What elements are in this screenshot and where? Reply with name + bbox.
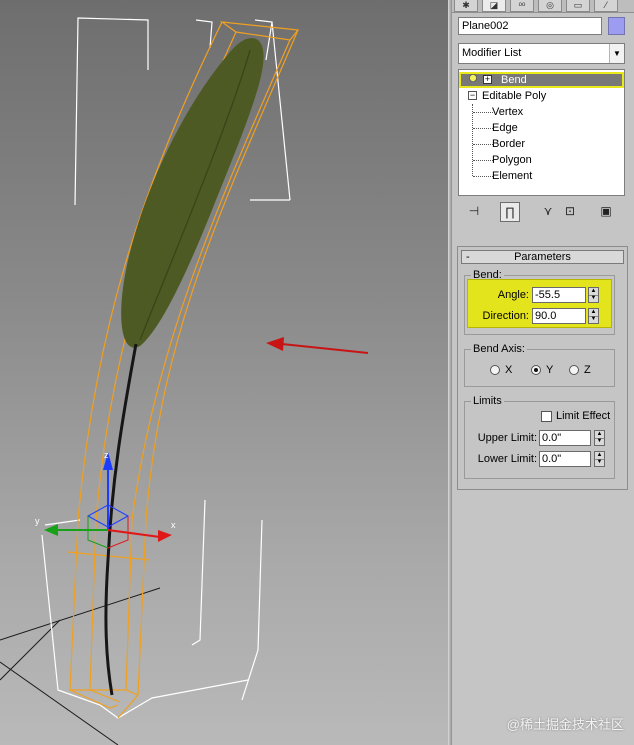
spinner-down-icon[interactable]: ▼ <box>589 316 598 323</box>
upper-limit-spinner[interactable]: ▲ ▼ <box>594 430 605 446</box>
stack-item-editable-poly[interactable]: − Editable Poly <box>459 88 624 104</box>
spinner-down-icon[interactable]: ▼ <box>595 459 604 466</box>
upper-limit-label: Upper Limit: <box>477 432 537 444</box>
display-tab-icon[interactable]: ▭ <box>566 0 590 12</box>
stack-subobject-border[interactable]: Border <box>459 136 624 152</box>
tree-line <box>473 144 493 146</box>
transform-gizmo <box>44 452 172 549</box>
remove-modifier-icon[interactable]: ⊡ <box>560 202 580 222</box>
limit-effect-label: Limit Effect <box>556 410 611 422</box>
stack-subobject-label: Element <box>492 170 533 182</box>
make-unique-icon[interactable]: ⋎ <box>538 202 558 222</box>
viewport-scene: z x y <box>0 17 369 745</box>
limit-effect-checkbox[interactable] <box>541 411 552 422</box>
hierarchy-tab-icon[interactable]: ᵒᵒ <box>510 0 534 12</box>
modify-tab-icon[interactable]: ◪ <box>482 0 506 12</box>
collapse-minus-icon[interactable]: − <box>468 91 477 100</box>
axis-y-radio[interactable] <box>531 365 541 375</box>
create-tab-icon[interactable]: ✱ <box>454 0 478 12</box>
stack-subobject-label: Polygon <box>492 154 532 166</box>
chevron-down-icon[interactable]: ▼ <box>609 44 624 63</box>
stack-item-label: Editable Poly <box>482 90 547 102</box>
stack-subobject-vertex[interactable]: Vertex <box>459 104 624 120</box>
ground-grid <box>0 587 161 745</box>
axis-y-label: Y <box>546 364 554 376</box>
modifier-stack[interactable]: + Bend − Editable Poly Vertex Edge Borde… <box>458 69 625 196</box>
direction-label: Direction: <box>482 310 529 322</box>
axis-z-label: Z <box>584 364 591 376</box>
gizmo-z-label: z <box>104 450 109 460</box>
command-panel: ✱ ◪ ᵒᵒ ◎ ▭ ⁄ Modifier List ▼ + Bend − Ed… <box>452 0 634 745</box>
angle-label: Angle: <box>497 289 529 301</box>
spinner-down-icon[interactable]: ▼ <box>589 295 598 302</box>
annotation-arrow <box>266 337 369 354</box>
bounding-box <box>41 17 291 719</box>
stack-subobject-element[interactable]: Element <box>459 168 624 184</box>
axis-z-radio[interactable] <box>569 365 579 375</box>
modifier-list-label: Modifier List <box>462 47 522 59</box>
parameters-rollout-header[interactable]: - Parameters <box>461 250 624 264</box>
modifier-list-dropdown[interactable]: Modifier List ▼ <box>458 43 625 64</box>
object-color-swatch[interactable] <box>608 17 625 35</box>
angle-input[interactable] <box>532 287 586 303</box>
stack-item-bend[interactable]: + Bend <box>459 72 624 88</box>
stack-subobject-label: Border <box>492 138 526 150</box>
modifier-stack-toolbar: ⊣ ∏ ⋎ ⊡ ▣ <box>458 200 625 224</box>
expand-plus-icon[interactable]: + <box>483 75 492 84</box>
limits-group: Limits Limit Effect Upper Limit: ▲ ▼ Low… <box>464 395 615 479</box>
stack-subobject-label: Vertex <box>492 106 524 118</box>
angle-spinner[interactable]: ▲ ▼ <box>588 287 599 303</box>
stack-subobject-edge[interactable]: Edge <box>459 120 624 136</box>
group-label: Bend Axis: <box>471 343 527 355</box>
bend-group: Bend: Angle: ▲ ▼ Direction: ▲ ▼ <box>464 269 615 335</box>
stack-subobject-polygon[interactable]: Polygon <box>459 152 624 168</box>
lower-limit-spinner[interactable]: ▲ ▼ <box>594 451 605 467</box>
collapse-minus-icon[interactable]: - <box>466 251 470 263</box>
direction-spinner[interactable]: ▲ ▼ <box>588 308 599 324</box>
stack-subobject-label: Edge <box>492 122 518 134</box>
spinner-down-icon[interactable]: ▼ <box>595 438 604 445</box>
tree-line <box>473 160 493 162</box>
tree-line <box>473 128 493 130</box>
tree-line <box>473 176 493 178</box>
lower-limit-input[interactable] <box>539 451 591 467</box>
object-name-input[interactable] <box>458 17 602 35</box>
command-panel-tabs: ✱ ◪ ᵒᵒ ◎ ▭ ⁄ <box>452 0 634 13</box>
gizmo-x-label: x <box>171 520 176 530</box>
rollout-title: Parameters <box>514 251 571 263</box>
show-end-result-icon[interactable]: ∏ <box>500 202 520 222</box>
motion-tab-icon[interactable]: ◎ <box>538 0 562 12</box>
bend-axis-group: Bend Axis: X Y Z <box>464 343 615 387</box>
pin-stack-icon[interactable]: ⊣ <box>464 202 484 222</box>
perspective-viewport[interactable]: z x y <box>0 0 448 745</box>
configure-sets-icon[interactable]: ▣ <box>596 202 616 222</box>
stack-item-label: Bend <box>501 74 527 86</box>
axis-x-label: X <box>505 364 513 376</box>
lightbulb-icon[interactable] <box>468 74 478 85</box>
group-label: Limits <box>471 395 504 407</box>
axis-x-radio[interactable] <box>490 365 500 375</box>
utilities-tab-icon[interactable]: ⁄ <box>594 0 618 12</box>
direction-input[interactable] <box>532 308 586 324</box>
gizmo-y-label: y <box>35 516 40 526</box>
upper-limit-input[interactable] <box>539 430 591 446</box>
parameters-rollout: - Parameters Bend: Angle: ▲ ▼ Direction:… <box>457 246 628 490</box>
lower-limit-label: Lower Limit: <box>477 453 537 465</box>
tree-line <box>473 112 493 114</box>
watermark: @稀土掘金技术社区 <box>506 717 624 732</box>
